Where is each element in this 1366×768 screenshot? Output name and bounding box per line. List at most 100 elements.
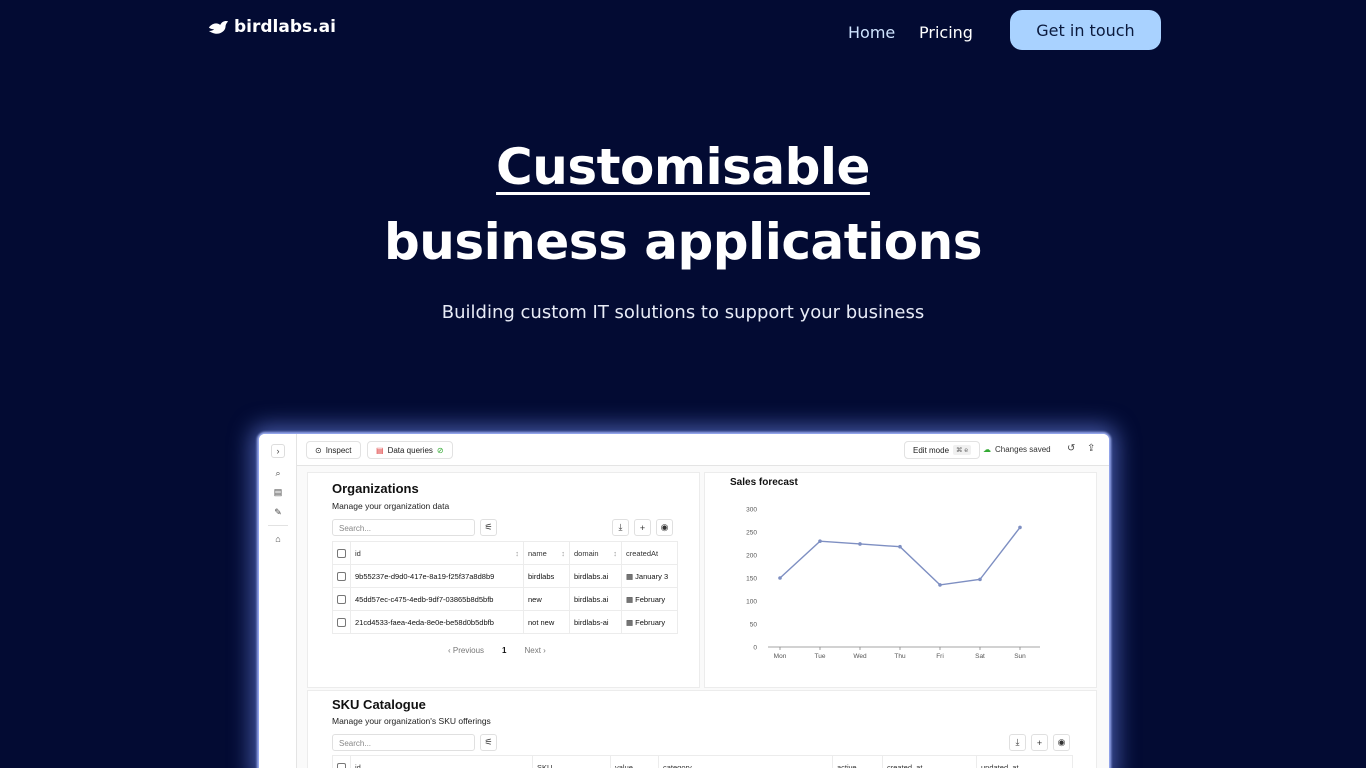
sku-title: SKU Catalogue: [332, 697, 426, 712]
column-header-name[interactable]: name ↕: [523, 541, 570, 565]
search-icon[interactable]: ⌕: [271, 466, 285, 480]
x-tick-label: Sat: [975, 653, 985, 660]
next-page-button[interactable]: Next ›: [524, 646, 545, 655]
view-icon[interactable]: ◉: [656, 519, 673, 536]
column-header-domain[interactable]: domain ↕: [569, 541, 622, 565]
column-header-created-at[interactable]: created_at: [882, 755, 977, 768]
sidebar-divider: [268, 525, 288, 526]
brand-name: birdlabs.ai: [234, 17, 336, 37]
save-status: ☁ Changes saved: [983, 445, 1051, 454]
cell-createdat: ▦ February: [621, 587, 678, 611]
select-all-checkbox[interactable]: [332, 755, 351, 768]
bird-icon: [208, 20, 229, 34]
y-tick-label: 0: [753, 645, 757, 652]
column-header-id[interactable]: id: [350, 755, 533, 768]
cell-id: 45dd57ec-c475-4edb-9df7-03865b8d5bfb: [350, 587, 524, 611]
sales-forecast-panel: Sales forecast 0 50 100 150 200 250 300 Mon Tue W…: [704, 472, 1097, 688]
add-icon[interactable]: +: [1031, 734, 1048, 751]
cell-createdat: ▦ February: [621, 610, 678, 634]
data-point: [858, 542, 862, 546]
download-icon[interactable]: ⤓: [612, 519, 629, 536]
calendar-icon: ▦: [626, 594, 636, 604]
view-icon[interactable]: ◉: [1053, 734, 1070, 751]
save-status-label: Changes saved: [995, 445, 1051, 454]
x-tick-label: Wed: [853, 653, 867, 660]
table-header-row: id SKU value category active created_at …: [332, 755, 1073, 768]
document-icon[interactable]: ▤: [271, 485, 285, 499]
y-tick-label: 250: [746, 530, 757, 537]
column-header-category[interactable]: category: [658, 755, 833, 768]
cell-id: 21cd4533-faea-4eda-8e0e-be58d0b5dbfb: [350, 610, 524, 634]
data-point: [938, 583, 942, 587]
current-page[interactable]: 1: [502, 646, 506, 655]
cell-domain: birdlabs-ai: [569, 610, 622, 634]
history-icon[interactable]: ↺: [1067, 443, 1075, 454]
app-sidebar: › ⌕ ▤ ✎ ⌂: [259, 434, 297, 768]
inspect-label: Inspect: [325, 445, 352, 455]
table-row[interactable]: 21cd4533-faea-4eda-8e0e-be58d0b5dbfb not…: [332, 610, 678, 634]
home-icon[interactable]: ⌂: [271, 532, 285, 546]
cell-createdat: ▦ January 3: [621, 564, 678, 588]
sku-table: id SKU value category active created_at …: [332, 755, 1073, 768]
edit-mode-button[interactable]: Edit mode ⌘ e: [904, 441, 980, 459]
cell-id: 9b55237e-d9d0-417e-8a19-f25f37a8d8b9: [350, 564, 524, 588]
data-point: [1018, 525, 1022, 530]
filter-icon[interactable]: ⚟: [480, 734, 497, 751]
organizations-subtitle: Manage your organization data: [332, 501, 450, 511]
cell-name: not new: [523, 610, 570, 634]
app-preview: ⊙ Inspect ▤ Data queries ⊘ Edit mode ⌘ e…: [259, 434, 1109, 768]
download-icon[interactable]: ⤓: [1009, 734, 1026, 751]
database-icon: ▤: [376, 445, 384, 455]
column-header-sku[interactable]: SKU: [532, 755, 611, 768]
filter-icon[interactable]: ⚟: [480, 519, 497, 536]
row-checkbox[interactable]: [332, 587, 351, 611]
column-header-id[interactable]: id ↕: [350, 541, 524, 565]
previous-page-button[interactable]: ‹ Previous: [448, 646, 484, 655]
column-header-createdat[interactable]: createdAt: [621, 541, 678, 565]
check-circle-icon: ⊘: [436, 445, 444, 455]
calendar-icon: ▦: [626, 571, 636, 581]
column-header-active[interactable]: active: [832, 755, 883, 768]
sku-search-input[interactable]: Search...: [332, 734, 475, 751]
pen-icon[interactable]: ✎: [271, 505, 285, 519]
hero-title-line1: Customisable: [496, 138, 870, 196]
y-tick-label: 300: [746, 507, 757, 514]
brand-logo[interactable]: birdlabs.ai: [208, 17, 336, 37]
y-tick-label: 150: [746, 576, 757, 583]
hero-subtitle: Building custom IT solutions to support …: [441, 302, 925, 323]
table-row[interactable]: 9b55237e-d9d0-417e-8a19-f25f37a8d8b9 bir…: [332, 564, 678, 588]
sku-catalogue-panel: SKU Catalogue Manage your organization's…: [307, 690, 1097, 768]
cell-name: new: [523, 587, 570, 611]
add-icon[interactable]: +: [634, 519, 651, 536]
x-tick-label: Mon: [774, 653, 787, 660]
x-tick-label: Fri: [936, 653, 944, 660]
inspect-button[interactable]: ⊙ Inspect: [306, 441, 361, 459]
organizations-table: id ↕ name ↕ domain ↕ createdAt 9b55237e-d9d…: [332, 541, 678, 634]
column-header-updated-at[interactable]: updated_at: [976, 755, 1073, 768]
table-row[interactable]: 45dd57ec-c475-4edb-9df7-03865b8d5bfb new…: [332, 587, 678, 611]
row-checkbox[interactable]: [332, 610, 351, 634]
x-tick-label: Tue: [815, 653, 826, 660]
data-queries-label: Data queries: [387, 445, 433, 455]
calendar-icon: ▦: [626, 617, 636, 627]
data-point: [818, 539, 822, 543]
share-icon[interactable]: ⇪: [1087, 443, 1095, 454]
data-queries-button[interactable]: ▤ Data queries ⊘: [367, 441, 453, 459]
cell-name: birdlabs: [523, 564, 570, 588]
x-tick-label: Thu: [894, 653, 906, 660]
data-point: [898, 544, 902, 549]
data-point: [978, 577, 982, 582]
organizations-search-input[interactable]: Search...: [332, 519, 475, 536]
app-toolbar: ⊙ Inspect ▤ Data queries ⊘ Edit mode ⌘ e…: [259, 434, 1109, 466]
table-header-row: id ↕ name ↕ domain ↕ createdAt: [332, 541, 678, 565]
get-in-touch-button[interactable]: Get in touch: [1010, 10, 1161, 50]
column-header-value[interactable]: value: [610, 755, 659, 768]
edit-mode-label: Edit mode: [913, 445, 950, 455]
expand-chevron-icon[interactable]: ›: [271, 444, 285, 458]
nav-home-link[interactable]: Home: [848, 23, 895, 42]
sales-forecast-chart: 0 50 100 150 200 250 300 Mon Tue Wed Thu Fri Sat Sun: [746, 507, 1040, 660]
nav-pricing-link[interactable]: Pricing: [919, 23, 973, 42]
hero-title-line2: business applications: [384, 213, 982, 271]
select-all-checkbox[interactable]: [332, 541, 351, 565]
row-checkbox[interactable]: [332, 564, 351, 588]
